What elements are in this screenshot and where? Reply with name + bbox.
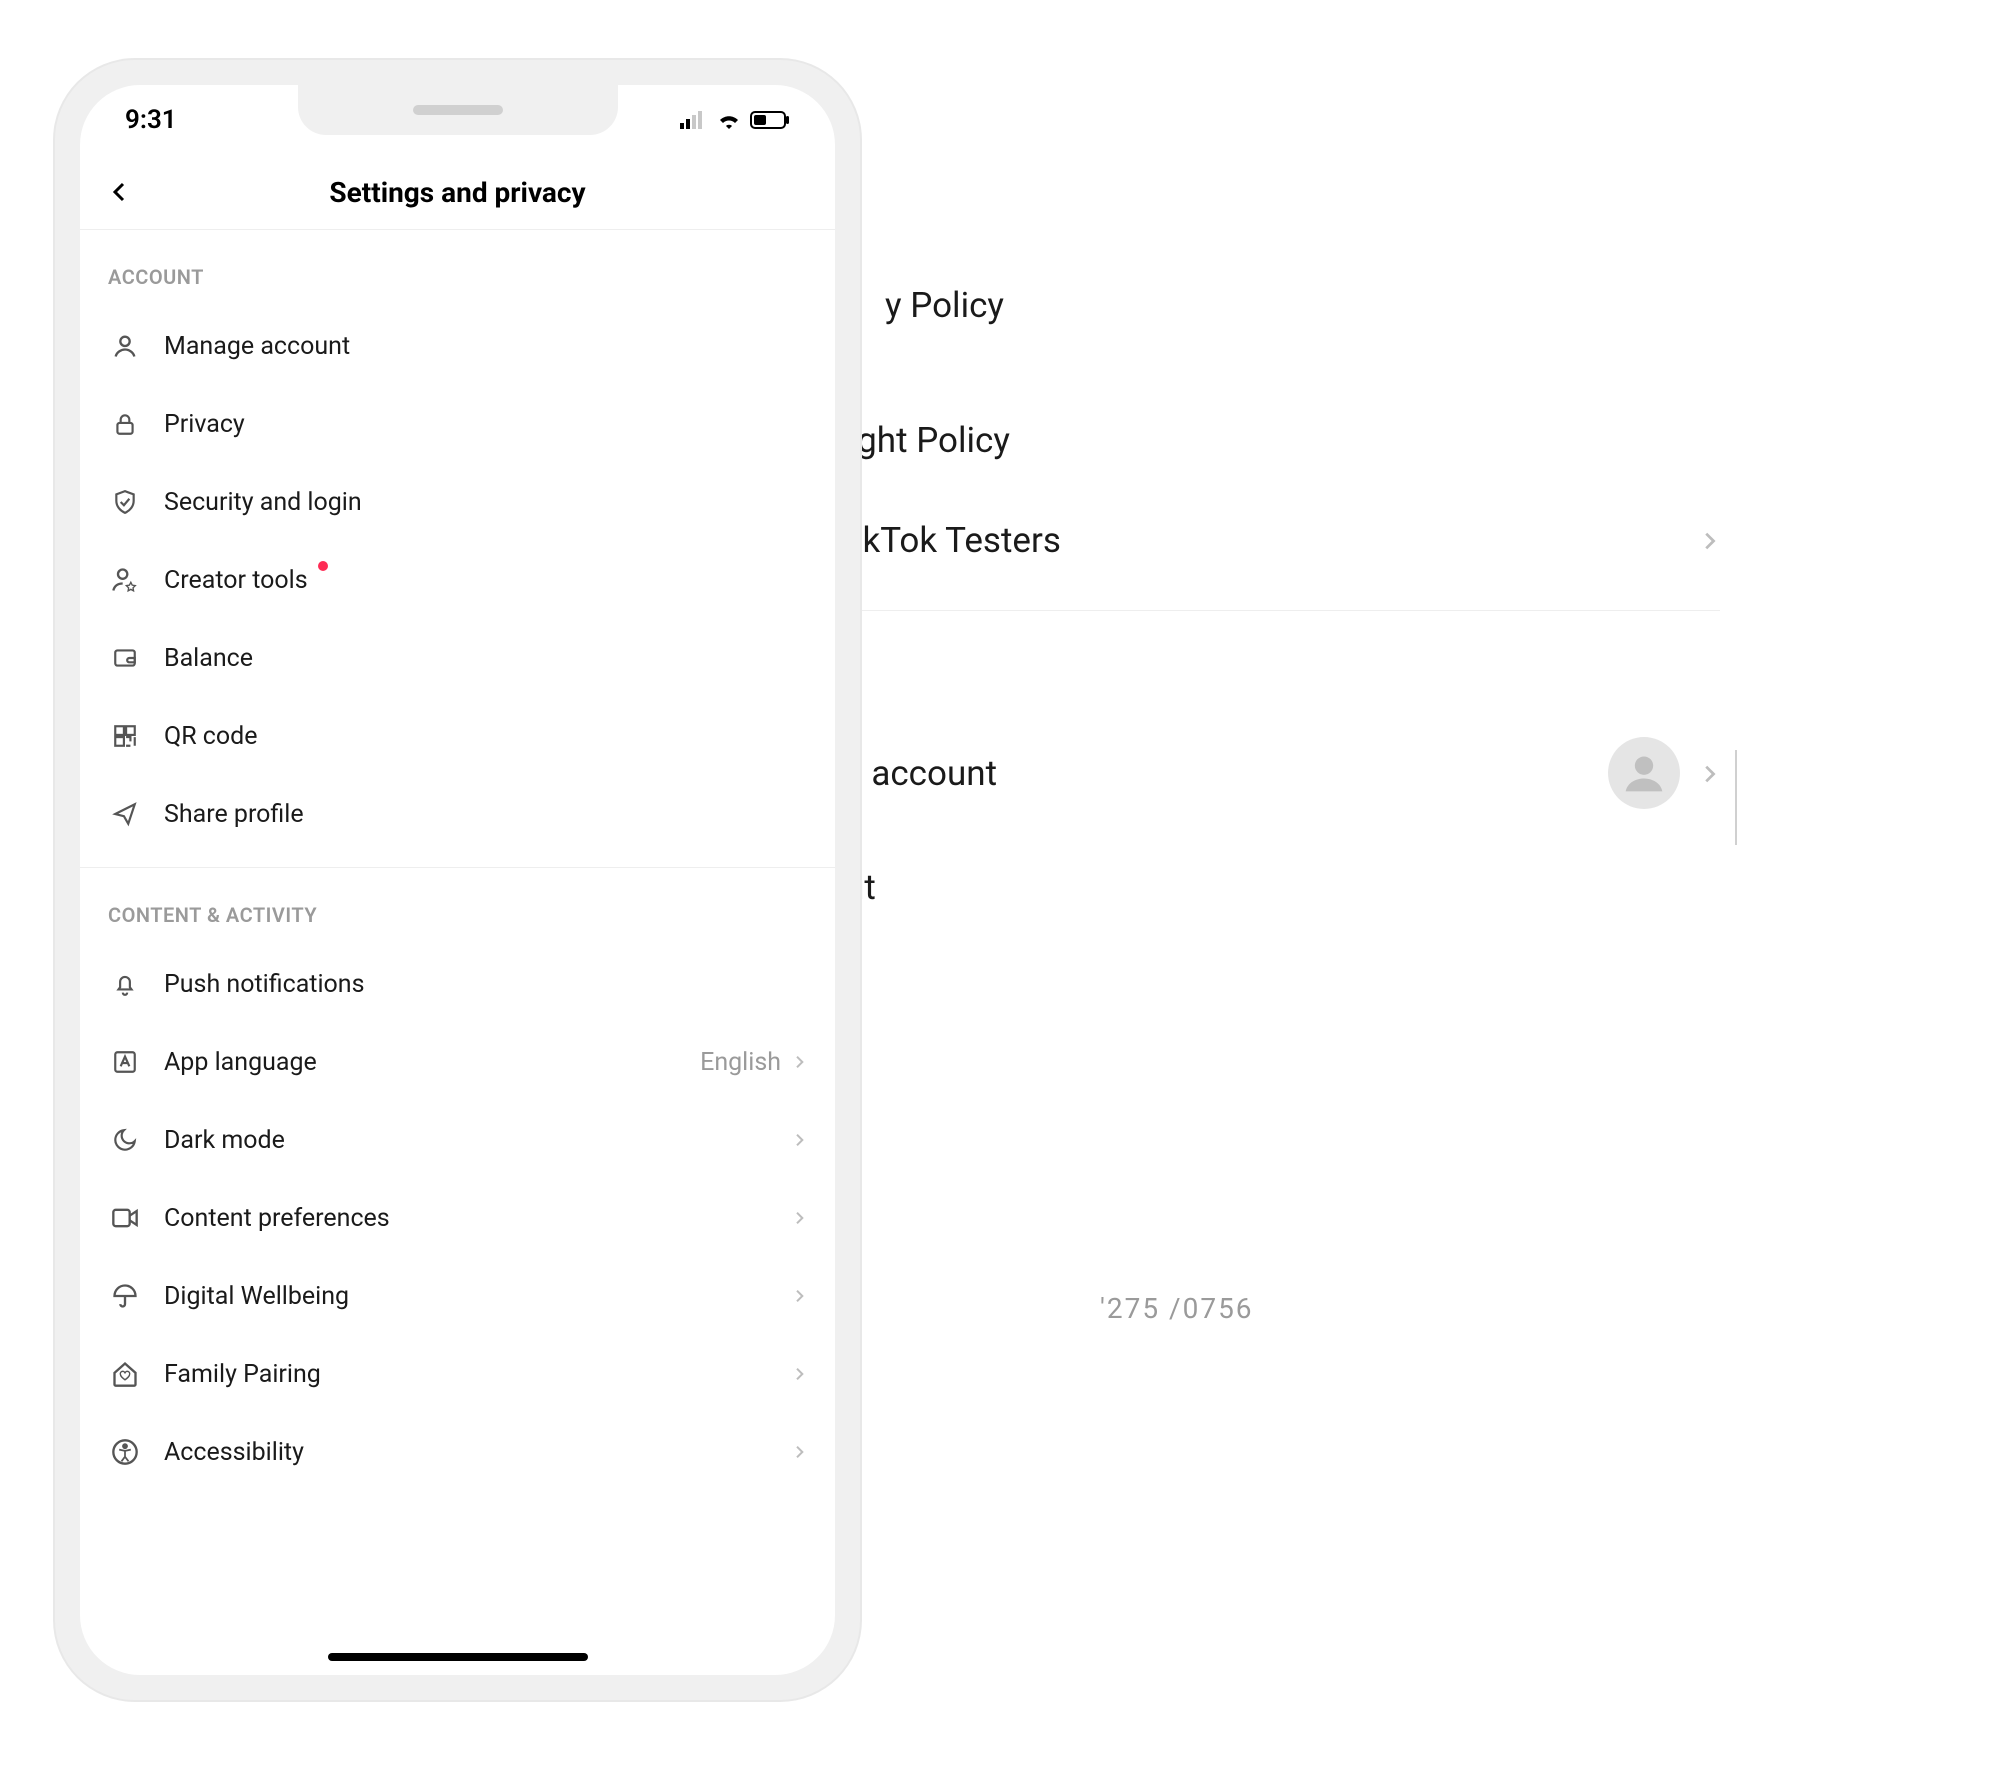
content-activity-section-header: CONTENT & ACTIVITY [80,868,835,945]
status-time: 9:31 [125,105,177,135]
app-language-row[interactable]: App language English [80,1023,835,1101]
chevron-right-icon [791,1132,807,1148]
lock-icon [108,407,142,441]
content-preferences-label: Content preferences [164,1204,791,1233]
chevron-right-icon [791,1444,807,1460]
creator-tools-row[interactable]: Creator tools [80,541,835,619]
accessibility-label: Accessibility [164,1438,791,1467]
person-icon [108,329,142,363]
privacy-row[interactable]: Privacy [80,385,835,463]
security-login-row[interactable]: Security and login [80,463,835,541]
logout-label: Log out [758,867,1720,908]
balance-label: Balance [164,644,807,673]
account-section-header: ACCOUNT [80,230,835,307]
push-notifications-label: Push notifications [164,970,807,999]
person-star-icon [108,563,142,597]
home-heart-icon [108,1357,142,1391]
push-notifications-row[interactable]: Push notifications [80,945,835,1023]
content-preferences-row[interactable]: Content preferences [80,1179,835,1257]
notification-dot [318,561,328,571]
family-pairing-label: Family Pairing [164,1360,791,1389]
app-language-label: App language [164,1048,700,1077]
switch-account-label: Switch account [758,753,1608,794]
chevron-right-icon [791,1054,807,1070]
wifi-icon [716,111,742,129]
chevron-right-icon [791,1288,807,1304]
digital-wellbeing-label: Digital Wellbeing [164,1282,791,1311]
app-language-value: English [700,1048,781,1077]
chevron-right-icon [791,1366,807,1382]
chevron-right-icon [1698,753,1720,794]
share-profile-label: Share profile [164,800,807,829]
background-line [1735,750,1737,845]
background-number-fragment: '275 /0756 [1100,1292,1254,1325]
language-icon [108,1045,142,1079]
family-pairing-row[interactable]: Family Pairing [80,1335,835,1413]
qr-code-row[interactable]: QR code [80,697,835,775]
video-icon [108,1201,142,1235]
chevron-right-icon [1698,520,1720,561]
dark-mode-row[interactable]: Dark mode [80,1101,835,1179]
copyright-policy-label: Copyright Policy [758,420,1720,461]
phone-screen: 9:31 Settings and privacy ACCOUNT [80,85,835,1675]
page-title: Settings and privacy [329,176,585,209]
accessibility-row[interactable]: Accessibility [80,1413,835,1491]
join-testers-label: Join TikTok Testers [758,520,1698,561]
screen-header: Settings and privacy [80,155,835,230]
phone-frame: 9:31 Settings and privacy ACCOUNT [55,60,860,1700]
share-profile-row[interactable]: Share profile [80,775,835,853]
wallet-icon [108,641,142,675]
avatar [1608,737,1680,809]
balance-row[interactable]: Balance [80,619,835,697]
umbrella-icon [108,1279,142,1313]
dark-mode-label: Dark mode [164,1126,791,1155]
cellular-icon [680,111,708,129]
digital-wellbeing-row[interactable]: Digital Wellbeing [80,1257,835,1335]
battery-icon [750,111,790,129]
qr-code-label: QR code [164,722,807,751]
status-right [680,111,790,129]
home-indicator[interactable] [328,1653,588,1661]
back-button[interactable] [100,172,140,212]
privacy-label: Privacy [164,410,807,439]
qr-icon [108,719,142,753]
settings-content: ACCOUNT Manage account Privacy Security … [80,230,835,1491]
bell-icon [108,967,142,1001]
manage-account-label: Manage account [164,332,807,361]
chevron-right-icon [791,1210,807,1226]
shield-icon [108,485,142,519]
manage-account-row[interactable]: Manage account [80,307,835,385]
creator-tools-label: Creator tools [164,566,807,595]
accessibility-icon [108,1435,142,1469]
speaker [413,105,503,115]
share-icon [108,797,142,831]
security-login-label: Security and login [164,488,807,517]
phone-notch [298,85,618,135]
moon-icon [108,1123,142,1157]
